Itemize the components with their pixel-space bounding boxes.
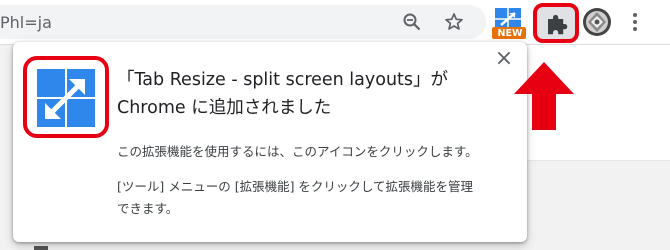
extension-added-popup: 「Tab Resize - split screen layouts」が Chr… [13,42,527,242]
logo-highlight [23,56,109,138]
zoom-icon[interactable] [402,12,422,32]
tab-resize-logo-icon [37,69,95,127]
popup-title-line1: 「Tab Resize - split screen layouts」が [117,70,449,90]
red-pointer-arrow [514,62,574,130]
browser-toolbar: Phl=ja NEW [0,0,670,44]
popup-title-line2: Chrome に追加されました [117,98,332,118]
new-badge: NEW [497,28,523,39]
popup-body-line2: [ツール] メニューの [拡張機能] をクリックして拡張機能を管理 [117,179,474,194]
profile-avatar-icon[interactable] [582,7,612,37]
address-bar-url[interactable]: Phl=ja [0,13,52,32]
address-bar[interactable]: Phl=ja [0,5,486,39]
popup-title: 「Tab Resize - split screen layouts」が Chr… [117,66,487,122]
more-menu-icon[interactable] [630,12,640,32]
bookmark-star-icon[interactable] [444,12,464,32]
popup-body-line1: この拡張機能を使用するには、このアイコンをクリックします。 [117,144,478,159]
page-dark-element [34,246,48,250]
popup-body-line3: できます。 [117,201,179,216]
page-divider [520,160,670,161]
extensions-puzzle-icon[interactable] [543,11,569,37]
tab-resize-extension-button[interactable]: NEW [492,6,528,40]
tab-resize-logo [37,69,95,127]
